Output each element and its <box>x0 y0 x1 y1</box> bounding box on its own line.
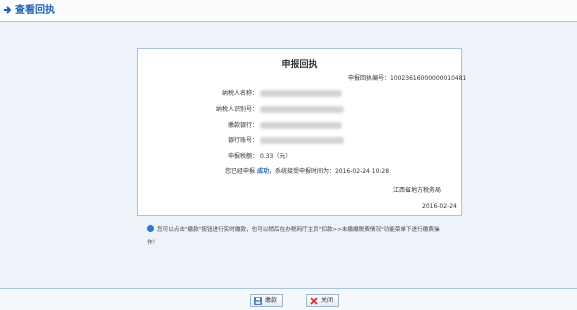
bottom-toolbar: 缴款 关闭 <box>0 288 577 310</box>
receipt-title: 申报回执 <box>281 60 318 70</box>
pay-button[interactable]: 缴款 <box>250 294 284 307</box>
taxpayer-id-redacted <box>260 106 344 113</box>
save-icon <box>254 297 262 305</box>
serial-value: 10023616000000010481 <box>390 75 467 82</box>
amount-label: 申报税额： <box>227 153 258 160</box>
page-title: 查看回执 <box>15 5 55 16</box>
bank-label: 缴款银行： <box>227 122 258 129</box>
tip-note: 您可以点击"缴款"按钮进行实时缴款，也可以稍后在办税网厅主页"扣款>>未缴缴税费… <box>147 224 449 250</box>
amount-value: 0.33（元） <box>260 153 292 160</box>
status-prefix: 您已经申报 <box>225 168 256 175</box>
receipt-panel: 申报回执 申报回执编号：10023616000000010481 纳税人名称： … <box>137 48 466 216</box>
taxpayer-name-redacted <box>260 90 342 97</box>
receipt-issuer: 江西省地方税务局 <box>393 187 442 194</box>
close-icon <box>310 297 318 305</box>
status-suffix: ，系统接受申报时间为： <box>268 168 335 175</box>
receipt-status: 您已经申报 成功，系统接受申报时间为：2016-02-24 10:28 <box>225 168 389 176</box>
page-header: 查看回执 <box>0 0 577 22</box>
receipt-serial: 申报回执编号：10023616000000010481 <box>348 75 466 83</box>
receipt-date: 2016-02-24 <box>422 203 457 210</box>
info-icon <box>147 225 154 232</box>
taxpayer-id-label: 纳税人识别号： <box>215 106 258 113</box>
bank-redacted <box>260 122 342 129</box>
account-label: 银行账号： <box>227 137 258 144</box>
account-redacted <box>260 137 344 144</box>
arrow-right-icon <box>4 6 12 14</box>
serial-label: 申报回执编号： <box>348 75 391 82</box>
page: 查看回执 申报回执 申报回执编号：10023616000000010481 纳税… <box>0 0 577 310</box>
taxpayer-name-label: 纳税人名称： <box>221 90 258 97</box>
tip-text: 您可以点击"缴款"按钮进行实时缴款，也可以稍后在办税网厅主页"扣款>>未缴缴税费… <box>147 227 440 246</box>
close-button-label: 关闭 <box>321 297 334 304</box>
status-success: 成功 <box>256 168 269 175</box>
status-time: 2016-02-24 10:28 <box>334 168 390 175</box>
pay-button-label: 缴款 <box>265 297 278 304</box>
close-button[interactable]: 关闭 <box>306 294 340 307</box>
